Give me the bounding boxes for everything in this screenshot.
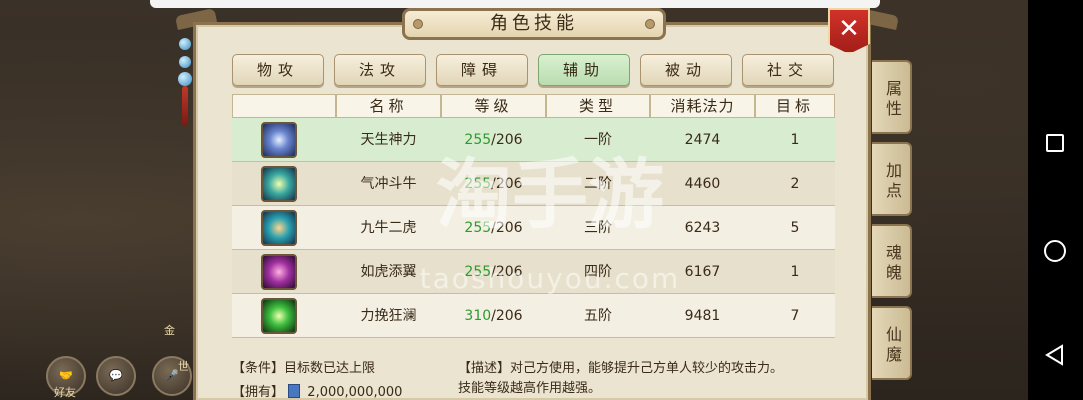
ornament-tassel (182, 86, 188, 126)
ornament-bead (178, 72, 192, 86)
table-row[interactable]: 九牛二虎 255/206 三阶 6243 5 (232, 206, 835, 250)
skill-mana: 9481 (684, 308, 721, 324)
handshake-icon: 🤝 (59, 369, 73, 382)
skill-name: 天生神力 (360, 132, 417, 148)
book-icon (288, 384, 301, 398)
ornament-bead (179, 38, 191, 50)
skill-crescent-icon (261, 122, 297, 158)
header-mana: 消耗法力 (650, 94, 755, 118)
skill-name: 气冲斗牛 (360, 176, 417, 192)
description-line-2: 技能等级越高作用越强。 (458, 381, 602, 396)
back-icon[interactable] (1044, 344, 1066, 366)
skill-level: 255/206 (464, 264, 523, 280)
owned-value: 2,000,000,000 (307, 385, 403, 400)
side-tab-immortal-demon[interactable]: 仙魔 (872, 306, 912, 380)
skill-level: 310/206 (464, 308, 523, 324)
microphone-icon: 🎤 (165, 369, 179, 382)
skill-name: 力挽狂澜 (360, 308, 417, 324)
table-row[interactable]: 气冲斗牛 255/206 二阶 4460 2 (232, 162, 835, 206)
tab-social[interactable]: 社交 (742, 54, 834, 86)
table-row[interactable]: 如虎添翼 255/206 四阶 6167 1 (232, 250, 835, 294)
skill-name: 九牛二虎 (360, 220, 417, 236)
skill-burst-icon (261, 298, 297, 334)
top-overlay-bar (150, 0, 880, 8)
skill-type: 四阶 (584, 264, 612, 280)
skill-sparkle-icon (261, 166, 297, 202)
skill-level: 255/206 (464, 132, 523, 148)
ornament-bead (179, 56, 191, 68)
tab-physical-attack[interactable]: 物攻 (232, 54, 324, 86)
home-icon[interactable] (1044, 240, 1066, 262)
tab-passive[interactable]: 被动 (640, 54, 732, 86)
header-icon (232, 94, 336, 118)
skill-target: 2 (790, 176, 800, 192)
skill-mana: 4460 (684, 176, 721, 192)
panel-title: 角色技能 (490, 13, 578, 34)
tab-support[interactable]: 辅助 (538, 54, 630, 86)
chat-button[interactable]: 💬 (96, 356, 136, 396)
header-target: 目标 (755, 94, 835, 118)
title-knob-left (413, 19, 423, 29)
skill-flame-icon (261, 210, 297, 246)
recent-apps-icon[interactable] (1046, 134, 1064, 152)
panel-title-plate: 角色技能 (402, 8, 666, 40)
tab-obstacle[interactable]: 障碍 (436, 54, 528, 86)
skill-target: 1 (790, 264, 800, 280)
header-type: 类型 (546, 94, 650, 118)
tab-magic-attack[interactable]: 法攻 (334, 54, 426, 86)
skill-level: 255/206 (464, 220, 523, 236)
gold-label: 金 (164, 324, 175, 337)
skill-mana: 6167 (684, 264, 721, 280)
table-row[interactable]: 天生神力 255/206 一阶 2474 1 (232, 118, 835, 162)
side-tab-points[interactable]: 加点 (872, 142, 912, 216)
skill-vortex-icon (261, 254, 297, 290)
side-tab-soul[interactable]: 魂魄 (872, 224, 912, 298)
condition-text: 【条件】目标数已达上限 (232, 361, 376, 376)
skill-level: 255/206 (464, 176, 523, 192)
title-knob-right (645, 19, 655, 29)
skill-name: 如虎添翼 (360, 264, 417, 280)
side-tab-attributes[interactable]: 属性 (872, 60, 912, 134)
skill-target: 5 (790, 220, 800, 236)
owned-label: 【拥有】 (232, 385, 285, 400)
table-header: 名称 等级 类型 消耗法力 目标 (232, 94, 835, 118)
android-nav-bar (1028, 0, 1083, 400)
chat-bubble-icon: 💬 (109, 369, 123, 382)
table-row[interactable]: 力挽狂澜 310/206 五阶 9481 7 (232, 294, 835, 338)
skill-mana: 2474 (684, 132, 721, 148)
header-name: 名称 (336, 94, 441, 118)
description-line-1: 【描述】对己方使用，能够提升己方单人较少的攻击力。 (458, 361, 784, 376)
skill-type: 三阶 (584, 220, 612, 236)
skill-mana: 6243 (684, 220, 721, 236)
world-label: 世 (178, 360, 189, 373)
skill-type: 二阶 (584, 176, 612, 192)
skill-target: 7 (790, 308, 800, 324)
skill-type: 五阶 (584, 308, 612, 324)
close-icon: ✕ (838, 14, 860, 44)
friends-label: 好友 (54, 386, 76, 399)
owned-row: 【拥有】 2,000,000,000 (232, 381, 402, 400)
header-level: 等级 (441, 94, 546, 118)
skill-type: 一阶 (584, 132, 612, 148)
skill-target: 1 (790, 132, 800, 148)
